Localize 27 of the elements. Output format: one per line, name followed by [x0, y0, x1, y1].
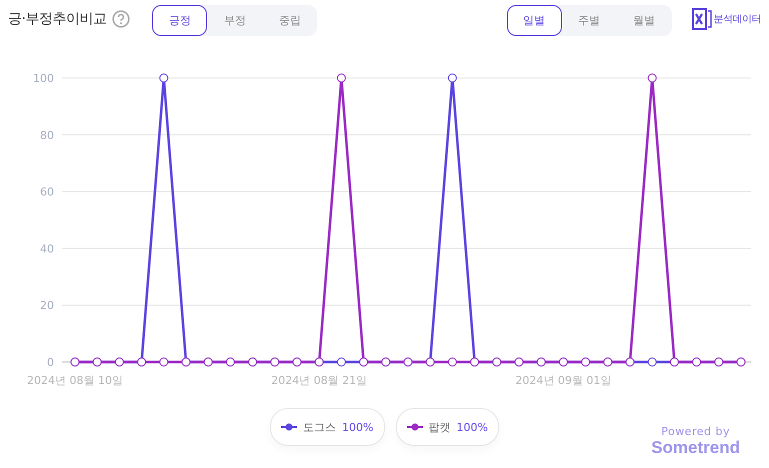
y-tick-label: 40 — [40, 242, 54, 256]
period-tab[interactable]: 주별 — [562, 4, 616, 36]
sentiment-tab[interactable]: 중립 — [262, 4, 318, 36]
legend-value: 100% — [342, 420, 374, 434]
legend-chip[interactable]: 도그스 100% — [270, 408, 384, 446]
legend-chip[interactable]: 팝캣 100% — [396, 408, 499, 446]
y-tick-label: 0 — [47, 356, 54, 369]
period-tab[interactable]: 일별 — [506, 4, 562, 36]
y-tick-label: 80 — [40, 128, 54, 142]
chart-title: 긍·부정추이비교 — [8, 10, 106, 28]
period-tab[interactable]: 월별 — [616, 4, 672, 36]
powered-by-text: Powered by — [661, 425, 730, 438]
legend-label: 도그스 — [303, 420, 336, 434]
sentiment-tab[interactable]: 긍정 — [152, 4, 208, 36]
help-icon[interactable] — [112, 10, 130, 28]
spreadsheet-icon — [692, 8, 712, 30]
export-button[interactable]: 분석데이터 — [692, 8, 761, 30]
x-tick-label: 2024년 08월 21일 — [271, 374, 368, 387]
y-tick-label: 100 — [33, 72, 54, 85]
brand-logo: Sometrend — [651, 438, 740, 458]
y-tick-label: 20 — [40, 299, 54, 312]
legend-value: 100% — [456, 420, 488, 434]
x-tick-label: 2024년 09월 01일 — [515, 374, 612, 387]
legend-label: 팝캣 — [428, 420, 450, 434]
x-tick-label: 2024년 08월 10일 — [27, 374, 123, 387]
sentiment-tab[interactable]: 부정 — [207, 4, 262, 36]
y-tick-label: 60 — [40, 186, 54, 199]
